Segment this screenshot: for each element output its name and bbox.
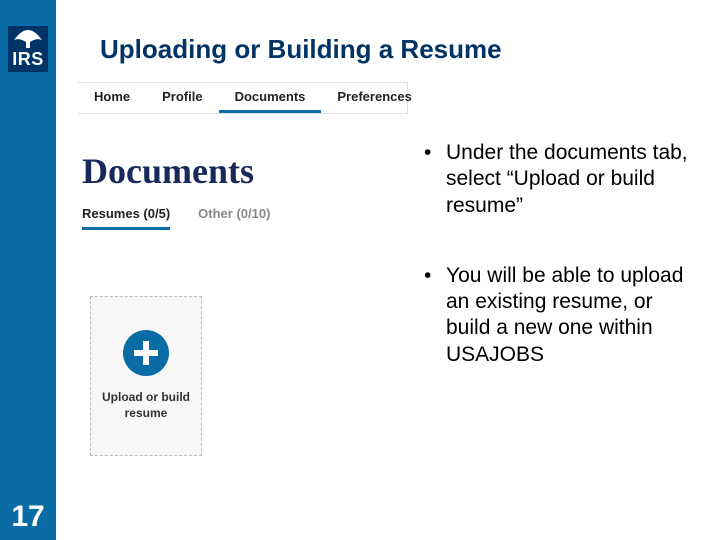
upload-or-build-resume-card[interactable]: Upload or build resume xyxy=(90,296,202,456)
irs-logo: IRS xyxy=(8,26,48,72)
nav-preferences[interactable]: Preferences xyxy=(321,83,427,113)
slide-title: Uploading or Building a Resume xyxy=(100,34,502,65)
main-nav: Home Profile Documents Preferences xyxy=(78,82,408,114)
nav-documents[interactable]: Documents xyxy=(219,83,322,113)
plus-icon xyxy=(123,330,169,376)
slide-left-bar xyxy=(0,0,56,540)
nav-profile[interactable]: Profile xyxy=(146,83,218,113)
documents-heading: Documents xyxy=(82,150,254,192)
nav-home[interactable]: Home xyxy=(78,83,146,113)
eagle-icon xyxy=(12,28,44,50)
page-number: 17 xyxy=(0,500,56,540)
subtab-other[interactable]: Other (0/10) xyxy=(198,206,270,230)
upload-card-label: Upload or build resume xyxy=(99,390,193,421)
documents-subtabs: Resumes (0/5) Other (0/10) xyxy=(82,206,270,230)
instruction-bullets: Under the documents tab, select “Upload … xyxy=(420,140,700,412)
irs-logo-text: IRS xyxy=(8,49,48,70)
subtab-resumes[interactable]: Resumes (0/5) xyxy=(82,206,170,230)
bullet-item: Under the documents tab, select “Upload … xyxy=(420,140,700,219)
bullet-item: You will be able to upload an existing r… xyxy=(420,263,700,368)
